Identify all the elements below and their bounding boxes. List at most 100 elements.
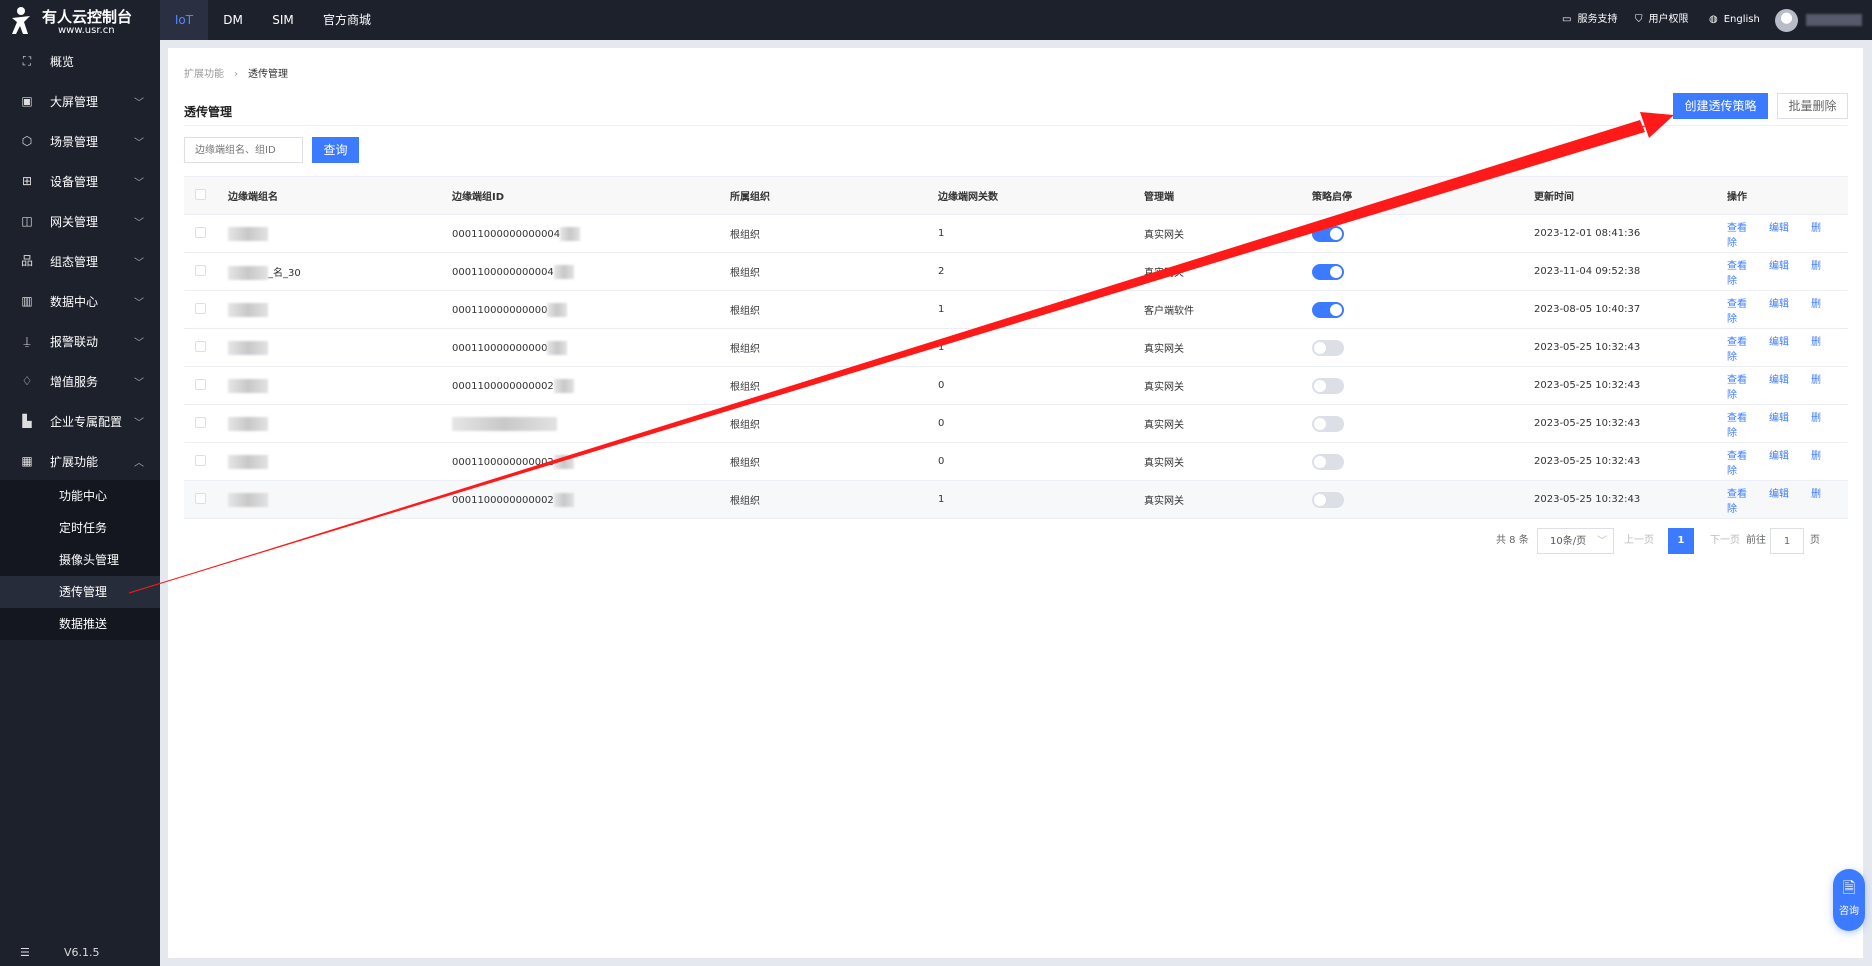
sidebar: ⛶ 概览 ▣ 大屏管理 ﹀ ⬡ 场景管理 ﹀ ⊞ 设备管理 ﹀ ◫ 网关管理 ﹀ 品 组态管理 ﹀ ▥… (0, 40, 160, 966)
view-link[interactable]: 查看 (1727, 375, 1747, 386)
sidebar-item-overview[interactable]: ⛶ 概览 (0, 41, 160, 81)
sidebar-subitem-data-push[interactable]: 数据推送 (0, 608, 160, 640)
chevron-up-icon: ︿ (134, 457, 144, 469)
cube-icon: ⬡ (21, 134, 33, 148)
building-icon: ▙ (22, 414, 32, 428)
edit-link[interactable]: 编辑 (1769, 299, 1789, 310)
policy-toggle[interactable] (1312, 339, 1344, 356)
search-input[interactable] (184, 137, 303, 163)
sidebar-item-gateway[interactable]: ◫ 网关管理 ﹀ (0, 201, 160, 241)
row-checkbox[interactable] (195, 302, 206, 314)
edit-link[interactable]: 编辑 (1769, 413, 1789, 424)
row-checkbox[interactable] (195, 226, 206, 238)
batch-delete-button[interactable]: 批量删除 (1777, 93, 1848, 119)
chevron-down-icon: ﹀ (134, 137, 144, 149)
organization: 根组织 (730, 328, 938, 367)
policy-toggle[interactable] (1312, 263, 1344, 280)
sidebar-item-data-center[interactable]: ▥ 数据中心 ﹀ (0, 281, 160, 321)
permissions-link[interactable]: ⛉ 用户权限 (1635, 0, 1689, 40)
sidebar-item-label: 报警联动 (50, 334, 99, 349)
tab-sim[interactable]: SIM (268, 0, 298, 40)
prev-page-button[interactable]: 上一页 (1624, 528, 1654, 554)
logo[interactable]: 有人云控制台 www.usr.cn (10, 4, 160, 38)
sidebar-subitem-passthrough[interactable]: 透传管理 (0, 576, 160, 608)
edit-link[interactable]: 编辑 (1769, 451, 1789, 462)
organization: 根组织 (730, 480, 938, 519)
edit-link[interactable]: 编辑 (1769, 489, 1789, 500)
edit-link[interactable]: 编辑 (1769, 375, 1789, 386)
sidebar-item-label: 增值服务 (50, 374, 99, 389)
sidebar-subitem-scheduled-tasks[interactable]: 定时任务 (0, 512, 160, 544)
sidebar-item-topology[interactable]: 品 组态管理 ﹀ (0, 241, 160, 281)
view-link[interactable]: 查看 (1727, 413, 1747, 424)
row-checkbox[interactable] (195, 264, 206, 276)
policy-toggle[interactable] (1312, 225, 1344, 242)
view-link[interactable]: 查看 (1727, 489, 1747, 500)
page-size-select[interactable]: 10条/页 ﹀ (1537, 528, 1614, 554)
blurred-name (228, 302, 268, 317)
policy-toggle[interactable] (1312, 301, 1344, 318)
row-checkbox[interactable] (195, 492, 206, 504)
row-checkbox[interactable] (195, 454, 206, 466)
manager: 客户端软件 (1144, 290, 1312, 329)
row-checkbox[interactable] (195, 378, 206, 390)
view-link[interactable]: 查看 (1727, 451, 1747, 462)
sidebar-item-label: 概览 (50, 54, 75, 69)
collapse-menu-icon[interactable]: ☰ (20, 946, 30, 959)
topology-icon: 品 (20, 254, 33, 268)
view-link[interactable]: 查看 (1727, 337, 1747, 348)
sidebar-item-scene[interactable]: ⬡ 场景管理 ﹀ (0, 121, 160, 161)
view-link[interactable]: 查看 (1727, 223, 1747, 234)
next-page-button[interactable]: 下一页 (1710, 528, 1740, 554)
group-id: 0001100000000002 (452, 456, 554, 468)
policy-toggle[interactable] (1312, 377, 1344, 394)
create-policy-button[interactable]: 创建透传策略 (1673, 93, 1768, 119)
manager: 真实网关 (1144, 252, 1312, 291)
edit-link[interactable]: 编辑 (1769, 223, 1789, 234)
sidebar-subitem-cameras[interactable]: 摄像头管理 (0, 544, 160, 576)
search-button[interactable]: 查询 (312, 137, 359, 163)
sidebar-item-enterprise[interactable]: ▙ 企业专属配置 ﹀ (0, 401, 160, 441)
sidebar-item-alarm[interactable]: ⍊ 报警联动 ﹀ (0, 321, 160, 361)
globe-icon: ◍ (1709, 14, 1718, 25)
chevron-down-icon: ﹀ (1597, 536, 1607, 547)
tab-store[interactable]: 官方商城 (322, 0, 372, 40)
select-all-checkbox[interactable] (195, 188, 206, 200)
sidebar-item-value-added[interactable]: ♢ 增值服务 ﹀ (0, 361, 160, 401)
col-header: 所属组织 (730, 176, 938, 215)
sidebar-subitem-function-center[interactable]: 功能中心 (0, 480, 160, 512)
policy-toggle[interactable] (1312, 415, 1344, 432)
gateway-count: 0 (938, 366, 1144, 405)
avatar[interactable] (1775, 9, 1798, 32)
updated-time: 2023-05-25 10:32:43 (1534, 442, 1727, 481)
tab-iot[interactable]: IoT (160, 0, 208, 40)
page-1-button[interactable]: 1 (1668, 528, 1694, 554)
sidebar-item-bigscreen[interactable]: ▣ 大屏管理 ﹀ (0, 81, 160, 121)
page-size-value: 10条/页 (1550, 536, 1587, 547)
language-switch[interactable]: ◍ English (1709, 0, 1760, 40)
breadcrumb-parent[interactable]: 扩展功能 (184, 69, 224, 80)
tab-dm[interactable]: DM (218, 0, 248, 40)
policy-toggle[interactable] (1312, 491, 1344, 508)
row-checkbox[interactable] (195, 416, 206, 428)
edit-link[interactable]: 编辑 (1769, 337, 1789, 348)
gateway-count: 1 (938, 480, 1144, 519)
username-blurred (1806, 14, 1862, 26)
blurred-name (228, 492, 268, 507)
divider (184, 125, 1848, 126)
edit-link[interactable]: 编辑 (1769, 261, 1789, 272)
view-link[interactable]: 查看 (1727, 299, 1747, 310)
view-link[interactable]: 查看 (1727, 261, 1747, 272)
sidebar-item-device[interactable]: ⊞ 设备管理 ﹀ (0, 161, 160, 201)
language-label: English (1723, 14, 1760, 25)
col-header: 策略启停 (1312, 176, 1534, 215)
goto-page-input[interactable]: 1 (1770, 528, 1804, 554)
consult-button[interactable]: 🗎 咨询 (1833, 869, 1865, 931)
support-link[interactable]: ▭ 服务支持 (1562, 0, 1617, 40)
table-row: 0001100000000002 根组织 0 真实网关 2023-05-25 1… (184, 366, 1848, 405)
group-id: 000110000000000 (452, 304, 548, 316)
row-checkbox[interactable] (195, 340, 206, 352)
policy-toggle[interactable] (1312, 453, 1344, 470)
sidebar-item-extensions[interactable]: ▦ 扩展功能 ︿ (0, 441, 160, 481)
chevron-down-icon: ﹀ (134, 297, 144, 309)
